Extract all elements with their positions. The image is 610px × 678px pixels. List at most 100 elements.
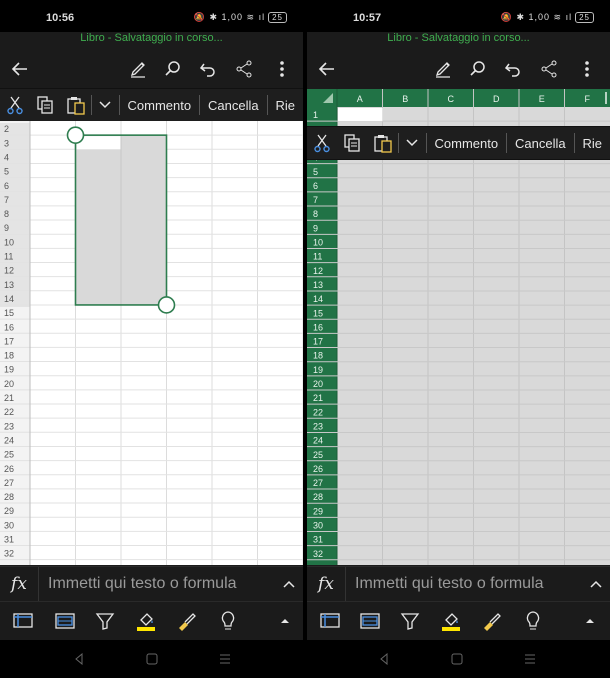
row-number: 1 [313, 110, 318, 120]
nav-back-icon[interactable] [377, 652, 391, 666]
copy-icon[interactable] [337, 127, 367, 159]
filter-icon[interactable] [92, 608, 118, 634]
row-number: 32 [313, 549, 323, 559]
row-number: 8 [313, 209, 318, 219]
menu-item-commento[interactable]: Commento [427, 127, 507, 159]
selection-handle-top-left [66, 126, 85, 144]
status-bar: 10:57 🔕 ✱ 1,00 ≋ ıl 25 [307, 0, 610, 32]
row-number: 14 [4, 294, 14, 304]
function-icon[interactable]: fx [307, 567, 346, 601]
table-icon[interactable] [357, 608, 383, 634]
lightbulb-icon[interactable] [520, 608, 546, 634]
selection-handle-bottom-right [157, 296, 176, 314]
formula-input[interactable]: Immetti qui testo o formula [48, 575, 237, 593]
menu-item-riempi[interactable]: Rie [574, 127, 610, 159]
pen-icon[interactable] [122, 50, 154, 88]
row-number: 31 [4, 535, 14, 545]
table-icon[interactable] [52, 608, 78, 634]
column-header-label: A [357, 94, 363, 104]
active-cell [338, 108, 383, 122]
battery-icon: 25 [268, 12, 287, 23]
row-number: 19 [313, 365, 323, 375]
row-number: 12 [313, 266, 323, 276]
lightbulb-icon[interactable] [215, 608, 241, 634]
scissors-icon[interactable] [307, 127, 337, 159]
row-number: 8 [4, 209, 9, 219]
row-number: 5 [313, 167, 318, 177]
row-number: 16 [313, 322, 323, 332]
copy-icon[interactable] [30, 89, 60, 121]
undo-icon[interactable] [192, 50, 224, 88]
search-icon[interactable] [157, 50, 189, 88]
row-number: 6 [313, 181, 318, 191]
filter-icon[interactable] [397, 608, 423, 634]
freeze-panes-icon[interactable] [10, 608, 36, 634]
chevron-up-icon[interactable] [590, 574, 602, 599]
chevron-up-icon[interactable] [283, 574, 295, 599]
context-menu: Commento Cancella Rie [307, 126, 610, 160]
row-number: 10 [313, 238, 323, 248]
row-number: 13 [4, 280, 14, 290]
more-vertical-icon[interactable] [571, 50, 603, 88]
formula-input[interactable]: Immetti qui testo o formula [355, 575, 544, 593]
chevron-down-icon[interactable] [92, 89, 119, 121]
row-number: 23 [4, 421, 14, 431]
spreadsheet-grid[interactable]: ABCDEF1234567891011121314151617181920212… [307, 89, 610, 565]
column-header-label: C [448, 94, 455, 104]
scissors-icon[interactable] [0, 89, 30, 121]
row-number: 18 [4, 351, 14, 361]
row-number: 25 [4, 450, 14, 460]
file-status: Libro - Salvataggio in corso... [80, 32, 223, 44]
row-number: 11 [4, 252, 13, 262]
row-number: 13 [313, 280, 323, 290]
paste-icon[interactable] [61, 89, 91, 121]
search-icon[interactable] [462, 50, 494, 88]
paste-icon[interactable] [368, 127, 398, 159]
file-status: Libro - Salvataggio in corso... [387, 32, 530, 44]
format-painter-icon[interactable] [479, 608, 505, 634]
nav-home-icon[interactable] [145, 652, 159, 666]
fill-color-icon[interactable] [133, 608, 159, 634]
nav-back-icon[interactable] [72, 652, 86, 666]
row-number: 2 [4, 124, 9, 134]
row-number: 15 [313, 308, 323, 318]
row-number: 27 [313, 478, 323, 488]
spreadsheet-grid[interactable]: 2 3 4 5 6 7 8 9 10 11 12 13 14 15 16 17 18 19 20 21 22 23 24 25… [0, 121, 303, 565]
share-icon[interactable] [228, 50, 260, 88]
freeze-panes-icon[interactable] [317, 608, 343, 634]
left-screen: 10:56 🔕 ✱ 1,00 ≋ ıl 25 Libro - Salvataggi… [0, 0, 303, 678]
row-number: 27 [4, 478, 14, 488]
row-number: 25 [313, 450, 323, 460]
row-number: 11 [313, 252, 322, 262]
row-number: 24 [4, 435, 14, 445]
back-icon[interactable] [311, 50, 343, 88]
row-number: 26 [4, 464, 14, 474]
menu-item-cancella[interactable]: Cancella [507, 127, 574, 159]
row-number: 20 [313, 379, 323, 389]
chevron-down-icon[interactable] [399, 127, 426, 159]
column-header-label: D [493, 94, 500, 104]
row-number: 6 [4, 181, 9, 191]
row-number: 18 [313, 351, 323, 361]
row-number: 22 [313, 407, 323, 417]
nav-recents-icon[interactable] [218, 652, 232, 666]
pen-icon[interactable] [427, 50, 459, 88]
row-number: 28 [4, 492, 14, 502]
menu-item-cancella[interactable]: Cancella [200, 89, 267, 121]
more-vertical-icon[interactable] [266, 50, 298, 88]
app-bar [307, 50, 610, 88]
menu-item-commento[interactable]: Commento [120, 89, 200, 121]
function-icon[interactable]: fx [0, 567, 39, 601]
format-painter-icon[interactable] [174, 608, 200, 634]
row-number: 7 [313, 195, 318, 205]
nav-recents-icon[interactable] [523, 652, 537, 666]
nav-home-icon[interactable] [450, 652, 464, 666]
back-icon[interactable] [4, 50, 36, 88]
expand-toolbar-icon[interactable] [272, 608, 298, 634]
menu-item-riempi[interactable]: Rie [267, 89, 303, 121]
share-icon[interactable] [533, 50, 565, 88]
undo-icon[interactable] [497, 50, 529, 88]
row-number: 9 [313, 223, 318, 233]
fill-color-icon[interactable] [438, 608, 464, 634]
expand-toolbar-icon[interactable] [577, 608, 603, 634]
